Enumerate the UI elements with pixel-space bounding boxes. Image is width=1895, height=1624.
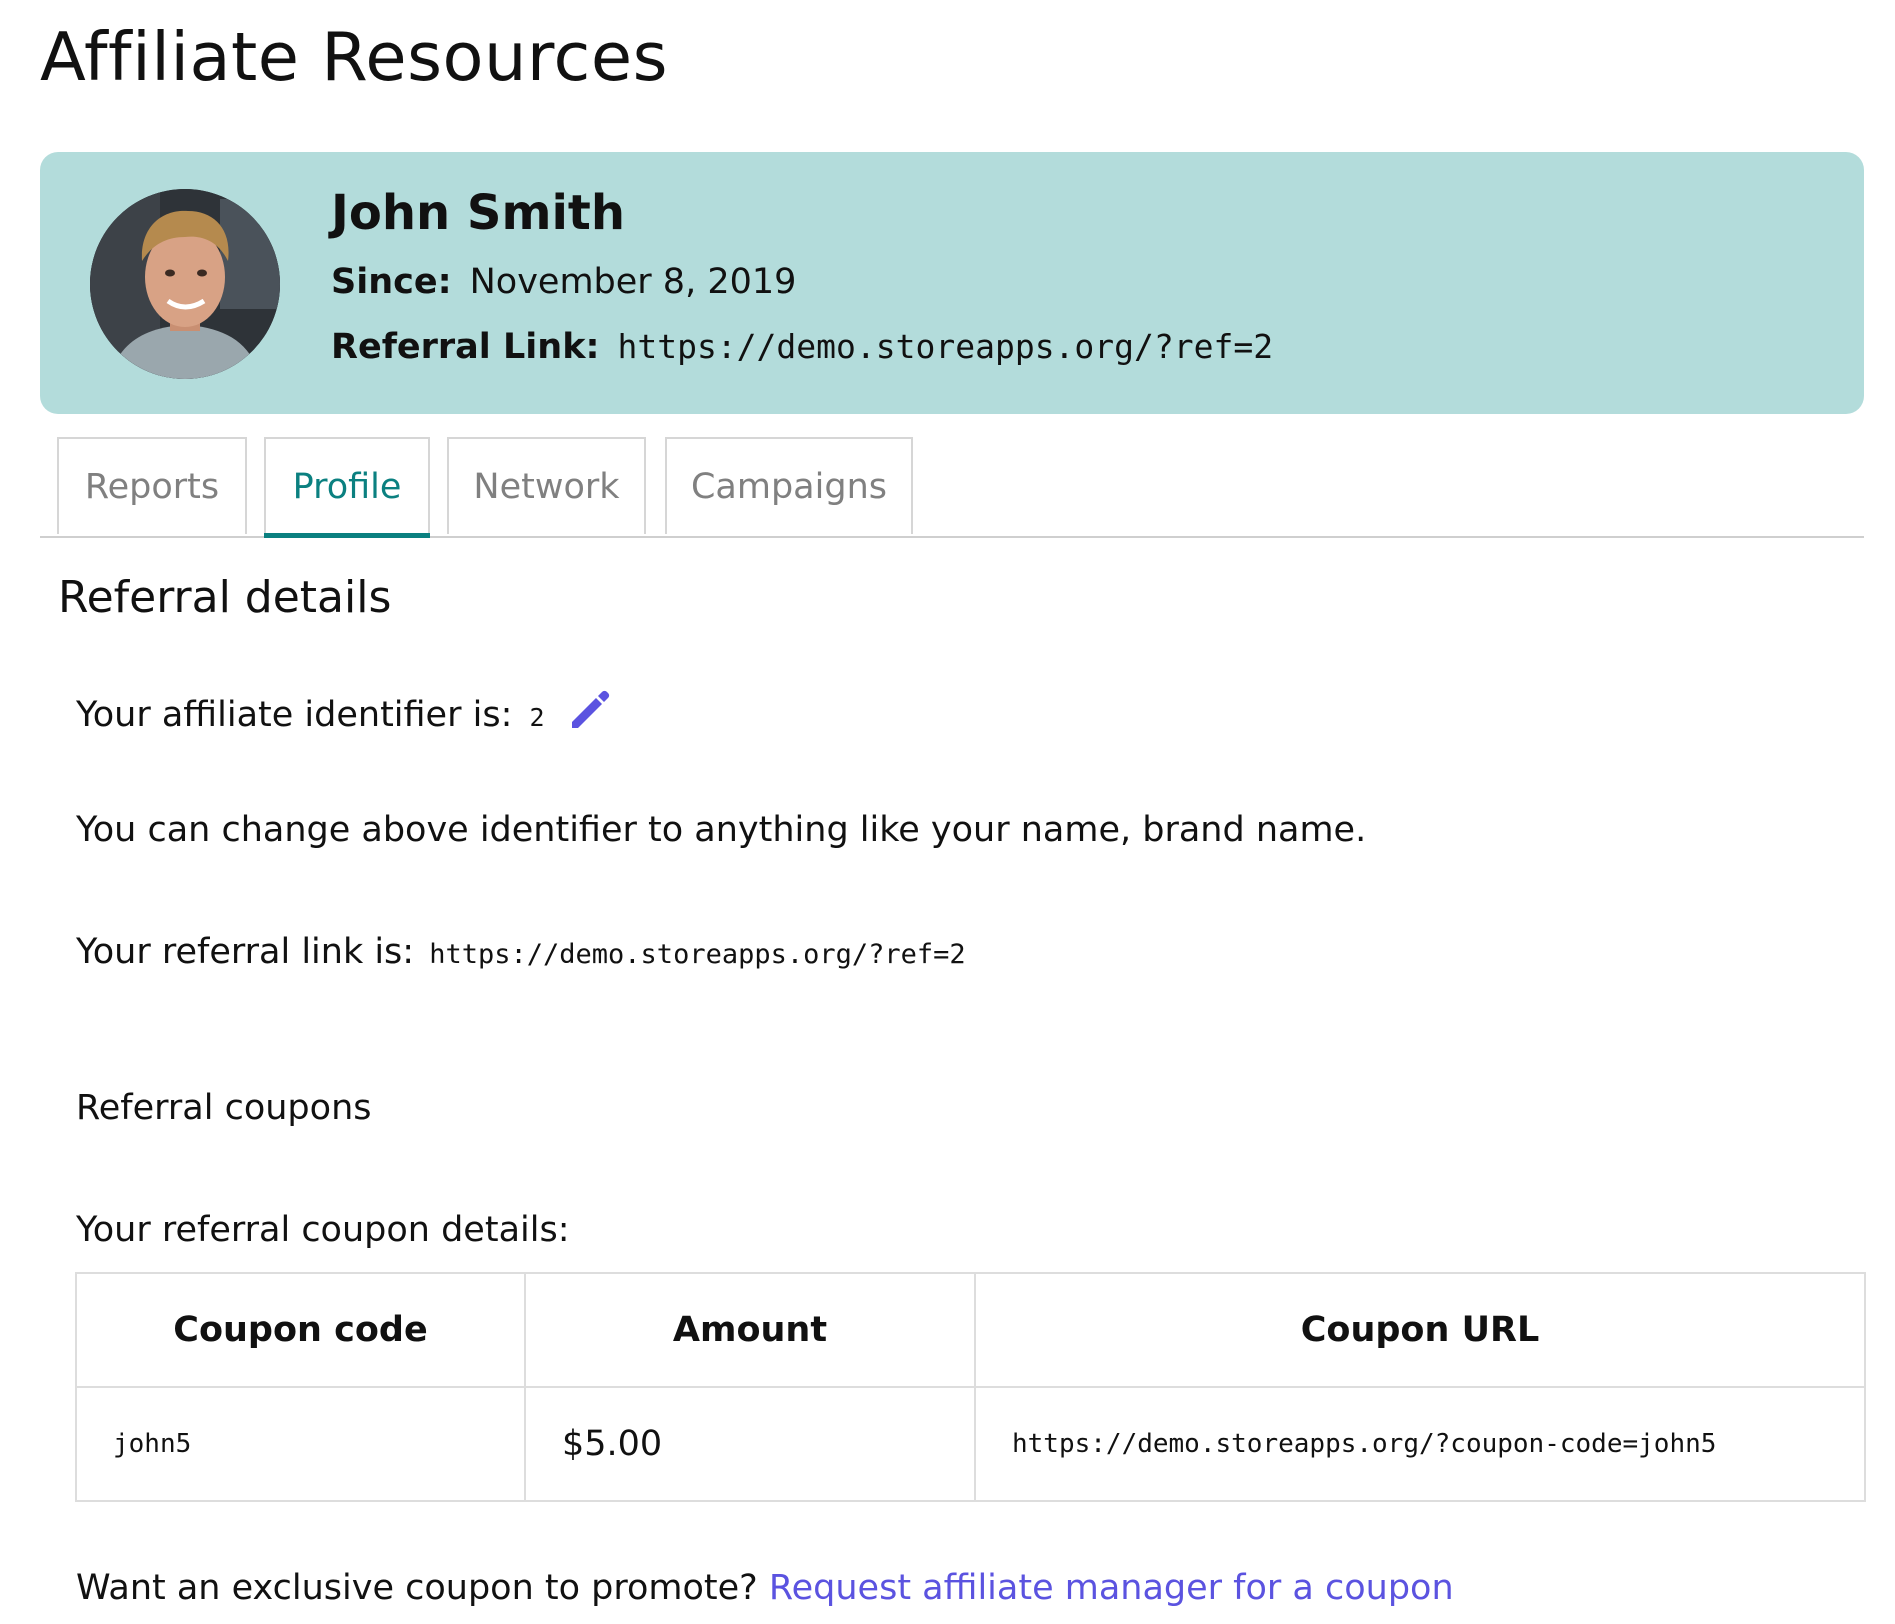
exclusive-coupon-row: Want an exclusive coupon to promote? Req… — [76, 1568, 1454, 1608]
table-row: john5 $5.00 https://demo.storeapps.org/?… — [75, 1386, 1866, 1502]
profile-referral-link: Referral Link: https://demo.storeapps.org… — [331, 327, 1273, 367]
referral-link-label: Referral Link: — [331, 327, 600, 367]
tab-network[interactable]: Network — [447, 437, 646, 534]
referral-link-row-value: https://demo.storeapps.org/?ref=2 — [429, 939, 966, 970]
section-title: Referral details — [58, 572, 392, 623]
header-coupon-code: Coupon code — [75, 1272, 526, 1388]
coupon-code-cell: john5 — [75, 1386, 526, 1502]
pencil-icon[interactable] — [566, 686, 614, 734]
identifier-change-note: You can change above identifier to anyth… — [76, 810, 1367, 850]
referral-link-value: https://demo.storeapps.org/?ref=2 — [617, 327, 1274, 366]
profile-card: John Smith Since: November 8, 2019 Referr… — [40, 152, 1864, 414]
avatar — [90, 189, 280, 379]
tab-campaigns[interactable]: Campaigns — [665, 437, 913, 534]
profile-name: John Smith — [331, 185, 626, 241]
referral-link-row-label: Your referral link is: — [76, 932, 415, 972]
since-value: November 8, 2019 — [469, 262, 797, 302]
tab-bar: Reports Profile Network Campaigns — [40, 437, 1864, 538]
since-label: Since: — [331, 262, 452, 302]
identifier-value: 2 — [529, 703, 545, 732]
exclusive-question: Want an exclusive coupon to promote? — [76, 1568, 758, 1608]
referral-coupons-heading: Referral coupons — [76, 1088, 372, 1128]
header-coupon-url: Coupon URL — [974, 1272, 1866, 1388]
referral-link-row: Your referral link is: https://demo.stor… — [76, 932, 966, 972]
page-title: Affiliate Resources — [40, 18, 668, 96]
coupon-table: Coupon code Amount Coupon URL john5 $5.0… — [75, 1272, 1866, 1502]
coupon-details-label: Your referral coupon details: — [76, 1210, 570, 1250]
identifier-label: Your affiliate identifier is: — [76, 695, 513, 735]
table-header-row: Coupon code Amount Coupon URL — [75, 1272, 1866, 1388]
tab-profile[interactable]: Profile — [264, 437, 430, 538]
amount-cell: $5.00 — [524, 1386, 976, 1502]
coupon-url-cell: https://demo.storeapps.org/?coupon-code=… — [974, 1386, 1866, 1502]
profile-since: Since: November 8, 2019 — [331, 262, 796, 302]
header-amount: Amount — [524, 1272, 976, 1388]
affiliate-identifier-row: Your affiliate identifier is: 2 — [76, 686, 614, 735]
tab-reports[interactable]: Reports — [57, 437, 247, 534]
request-coupon-link[interactable]: Request affiliate manager for a coupon — [769, 1568, 1454, 1608]
